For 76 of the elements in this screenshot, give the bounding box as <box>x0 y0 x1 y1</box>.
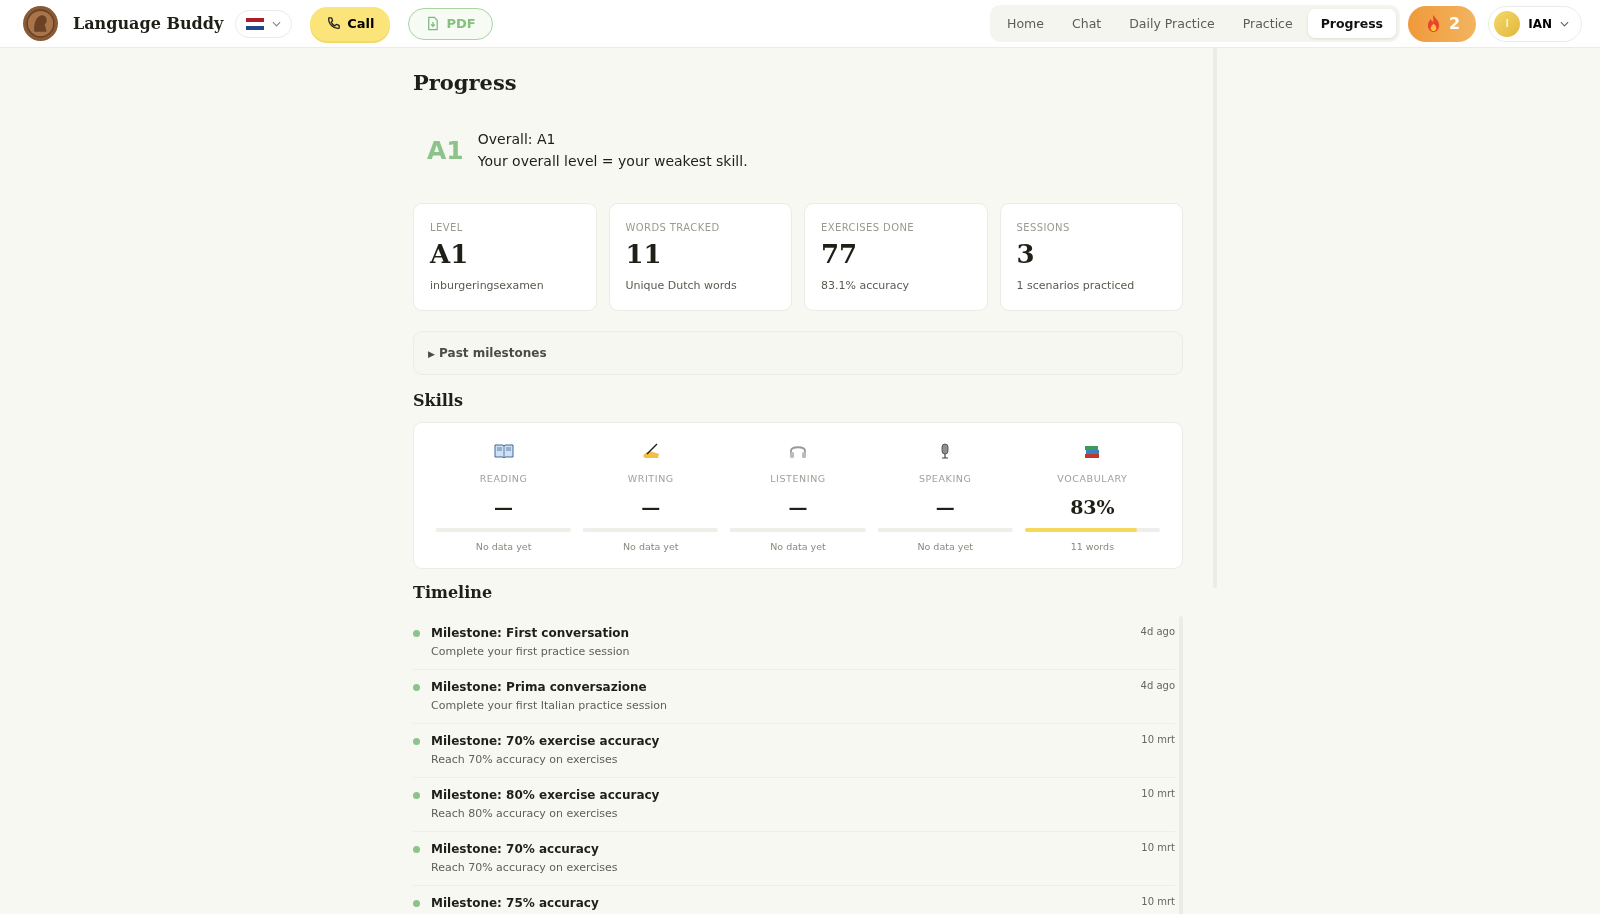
stat-value: 77 <box>821 239 859 269</box>
user-menu[interactable]: I IAN <box>1488 5 1582 42</box>
milestone-title: Milestone: First conversation <box>431 626 631 640</box>
skill-note: No data yet <box>770 541 826 552</box>
flag-icon <box>246 17 265 30</box>
status-dot <box>413 900 420 907</box>
milestone-description: Reach 70% accuracy on exercises <box>431 753 619 766</box>
skill-label: LISTENING <box>770 473 826 484</box>
milestone-title: Milestone: 70% accuracy <box>431 842 600 856</box>
stat-note: 1 scenarios practiced <box>1016 279 1136 292</box>
skill-label: SPEAKING <box>918 473 972 484</box>
stat-label: SESSIONS <box>1016 222 1071 233</box>
chevron-down-icon <box>272 20 282 27</box>
nav-tab[interactable]: Home <box>994 9 1057 38</box>
book-icon <box>493 443 514 459</box>
status-dot <box>413 738 420 745</box>
writing-hand-icon <box>640 443 661 459</box>
milestone-description: Reach 80% accuracy on exercises <box>431 807 619 820</box>
milestone-description: Complete your first practice session <box>431 645 631 658</box>
skill-value: — <box>641 495 661 520</box>
file-download-icon <box>425 16 441 31</box>
skill-label: READING <box>479 473 528 484</box>
milestone-title: Milestone: 80% exercise accuracy <box>431 788 661 802</box>
coin-logo-icon <box>22 5 59 42</box>
skill-value: 83% <box>1070 495 1115 520</box>
overall-subtitle: Your overall level = your weakest skill. <box>477 153 748 169</box>
skill-note: No data yet <box>623 541 679 552</box>
milestone-time: 10 mrt <box>1141 734 1175 745</box>
stat-value: 3 <box>1016 239 1036 269</box>
milestone-title: Milestone: 70% exercise accuracy <box>431 734 661 748</box>
nav-tab[interactable]: Progress <box>1307 9 1397 38</box>
milestone-title: Milestone: Prima conversazione <box>431 680 648 694</box>
skill-note: 11 words <box>1070 541 1115 552</box>
status-dot <box>413 684 420 691</box>
app-name: Language Buddy <box>73 14 224 33</box>
milestone-time: 10 mrt <box>1141 788 1175 799</box>
skill-label: WRITING <box>627 473 674 484</box>
nav-tab[interactable]: Daily Practice <box>1116 9 1228 38</box>
headphones-icon <box>788 443 808 459</box>
section-title: Skills <box>413 391 464 410</box>
stat-note: inburgeringsexamen <box>430 279 545 292</box>
stat-label: WORDS TRACKED <box>625 222 721 233</box>
stat-value: A1 <box>430 239 470 269</box>
nav-tab[interactable]: Practice <box>1229 9 1306 38</box>
page-title: Progress <box>413 70 518 95</box>
skill-note: No data yet <box>475 541 532 552</box>
milestone-description: Reach 70% accuracy on exercises <box>431 861 619 874</box>
stat-note: Unique Dutch words <box>625 279 738 292</box>
skill-value: — <box>494 495 514 520</box>
nav-tab[interactable]: Chat <box>1059 9 1115 38</box>
flame-icon <box>1426 14 1442 33</box>
milestone-time: 10 mrt <box>1141 842 1175 853</box>
stat-value: 11 <box>625 239 663 269</box>
skill-note: No data yet <box>917 541 973 552</box>
language-selector[interactable] <box>235 9 293 38</box>
chevron-down-icon <box>1560 20 1569 27</box>
milestone-time: 10 mrt <box>1141 896 1175 907</box>
phone-icon <box>326 16 342 31</box>
milestone-title: Milestone: 75% accuracy <box>431 896 600 910</box>
skill-value: — <box>935 495 955 520</box>
past-milestones-toggle[interactable]: ▶ Past milestones <box>413 331 1183 375</box>
milestone-time: 4d ago <box>1140 626 1175 637</box>
status-dot <box>413 792 420 799</box>
skill-label: VOCABULARY <box>1057 473 1128 484</box>
stat-label: LEVEL <box>430 222 464 233</box>
skill-value: — <box>788 495 808 520</box>
status-dot <box>413 630 420 637</box>
section-title: Timeline <box>413 583 494 602</box>
milestone-description: Complete your first Italian practice session <box>431 699 669 712</box>
status-dot <box>413 846 420 853</box>
stat-note: 83.1% accuracy <box>821 279 911 292</box>
stat-label: EXERCISES DONE <box>821 222 916 233</box>
overall-title: Overall: A1 <box>477 131 557 147</box>
call-button[interactable]: Call <box>310 6 391 41</box>
level-label: A1 <box>427 135 464 165</box>
milestone-time: 4d ago <box>1140 680 1175 691</box>
